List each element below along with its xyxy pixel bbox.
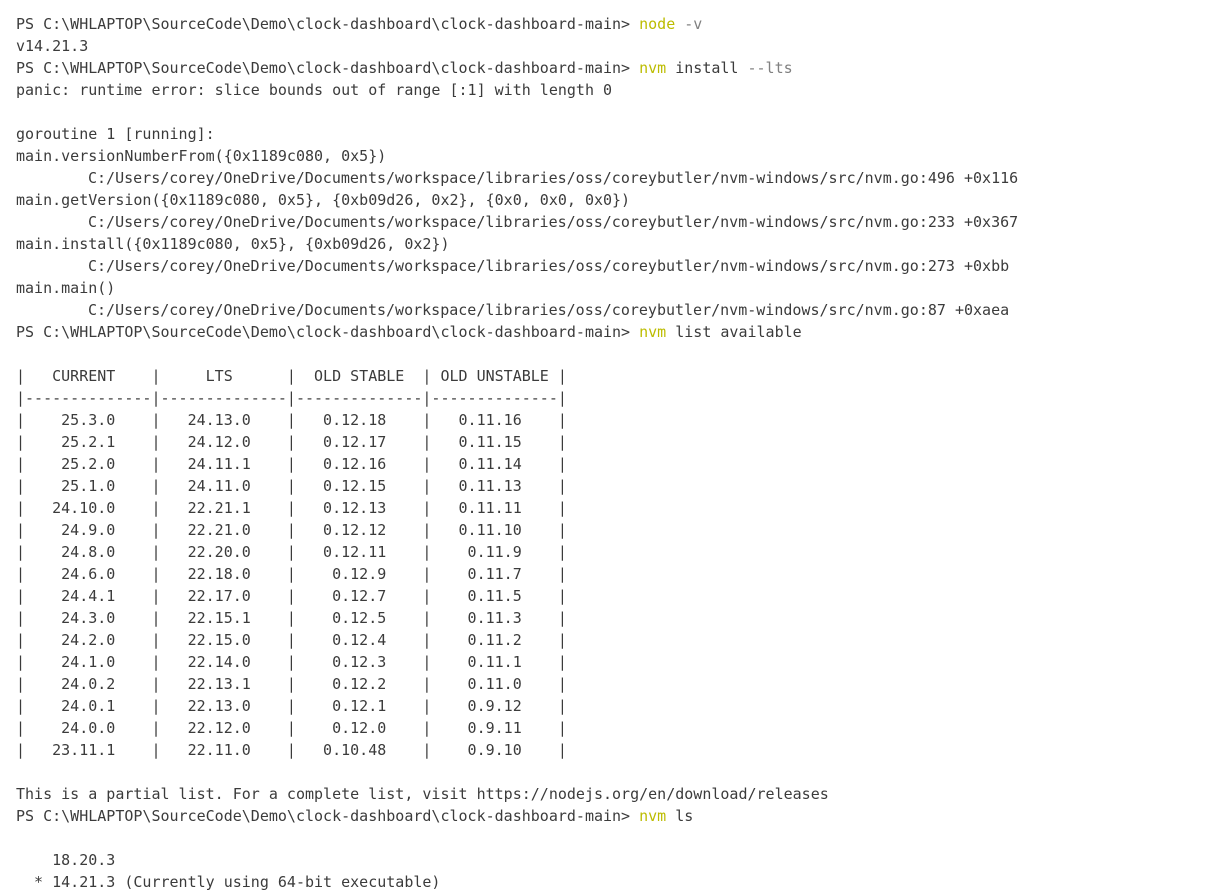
command-name: nvm <box>639 59 667 77</box>
output-line: goroutine 1 [running]: <box>16 125 215 143</box>
output-line: | 24.2.0 | 22.15.0 | 0.12.4 | 0.11.2 | <box>16 631 567 649</box>
output-line: | CURRENT | LTS | OLD STABLE | OLD UNSTA… <box>16 367 567 385</box>
stack-trace-path: C:/Users/corey/OneDrive/Documents/worksp… <box>88 301 1010 319</box>
output-line: | 24.3.0 | 22.15.1 | 0.12.5 | 0.11.3 | <box>16 609 567 627</box>
output-line: |--------------|--------------|---------… <box>16 389 567 407</box>
command-name: node <box>639 15 676 33</box>
output-line: panic: runtime error: slice bounds out o… <box>16 81 613 99</box>
prompt-path: PS C:\WHLAPTOP\SourceCode\Demo\clock-das… <box>16 15 640 33</box>
output-line: | 24.4.1 | 22.17.0 | 0.12.7 | 0.11.5 | <box>16 587 567 605</box>
prompt-line: PS C:\WHLAPTOP\SourceCode\Demo\clock-das… <box>16 805 1232 827</box>
output-line: | 25.1.0 | 24.11.0 | 0.12.15 | 0.11.13 | <box>16 477 567 495</box>
output-line: main.install({0x1189c080, 0x5}, {0xb09d2… <box>16 235 450 253</box>
output-line: | 25.3.0 | 24.13.0 | 0.12.18 | 0.11.16 | <box>16 411 567 429</box>
command-args: list available <box>666 323 802 341</box>
stack-trace-path: C:/Users/corey/OneDrive/Documents/worksp… <box>88 213 1019 231</box>
output-line: | 23.11.1 | 22.11.0 | 0.10.48 | 0.9.10 | <box>16 741 567 759</box>
output-line: main.versionNumberFrom({0x1189c080, 0x5}… <box>16 147 387 165</box>
command-args: install <box>666 59 739 77</box>
output-line: | 24.0.1 | 22.13.0 | 0.12.1 | 0.9.12 | <box>16 697 567 715</box>
output-line: | 24.6.0 | 22.18.0 | 0.12.9 | 0.11.7 | <box>16 565 567 583</box>
command-args: ls <box>666 807 694 825</box>
output-line: | 24.10.0 | 22.21.1 | 0.12.13 | 0.11.11 … <box>16 499 567 517</box>
prompt-path: PS C:\WHLAPTOP\SourceCode\Demo\clock-das… <box>16 807 640 825</box>
stack-trace-path: C:/Users/corey/OneDrive/Documents/worksp… <box>88 169 1019 187</box>
output-line: * 14.21.3 (Currently using 64-bit execut… <box>16 873 441 891</box>
output-line: main.getVersion({0x1189c080, 0x5}, {0xb0… <box>16 191 631 209</box>
prompt-line: PS C:\WHLAPTOP\SourceCode\Demo\clock-das… <box>16 13 1232 35</box>
output-line: | 24.8.0 | 22.20.0 | 0.12.11 | 0.11.9 | <box>16 543 567 561</box>
output-line: | 24.0.2 | 22.13.1 | 0.12.2 | 0.11.0 | <box>16 675 567 693</box>
output-line: | 25.2.0 | 24.11.1 | 0.12.16 | 0.11.14 | <box>16 455 567 473</box>
command-name: nvm <box>639 807 667 825</box>
output-line: v14.21.3 <box>16 37 89 55</box>
prompt-line: PS C:\WHLAPTOP\SourceCode\Demo\clock-das… <box>16 321 1232 343</box>
command-flag: --lts <box>738 59 793 77</box>
output-line: | 24.1.0 | 22.14.0 | 0.12.3 | 0.11.1 | <box>16 653 567 671</box>
command-flag: -v <box>675 15 703 33</box>
output-line: main.main() <box>16 279 116 297</box>
terminal-output[interactable]: PS C:\WHLAPTOP\SourceCode\Demo\clock-das… <box>0 0 1232 896</box>
output-line: 18.20.3 <box>16 851 116 869</box>
output-line: | 24.9.0 | 22.21.0 | 0.12.12 | 0.11.10 | <box>16 521 567 539</box>
output-line: | 25.2.1 | 24.12.0 | 0.12.17 | 0.11.15 | <box>16 433 567 451</box>
prompt-path: PS C:\WHLAPTOP\SourceCode\Demo\clock-das… <box>16 59 640 77</box>
prompt-line: PS C:\WHLAPTOP\SourceCode\Demo\clock-das… <box>16 57 1232 79</box>
output-line: This is a partial list. For a complete l… <box>16 785 829 803</box>
stack-trace-path: C:/Users/corey/OneDrive/Documents/worksp… <box>88 257 1010 275</box>
output-line: | 24.0.0 | 22.12.0 | 0.12.0 | 0.9.11 | <box>16 719 567 737</box>
prompt-path: PS C:\WHLAPTOP\SourceCode\Demo\clock-das… <box>16 323 640 341</box>
command-name: nvm <box>639 323 667 341</box>
